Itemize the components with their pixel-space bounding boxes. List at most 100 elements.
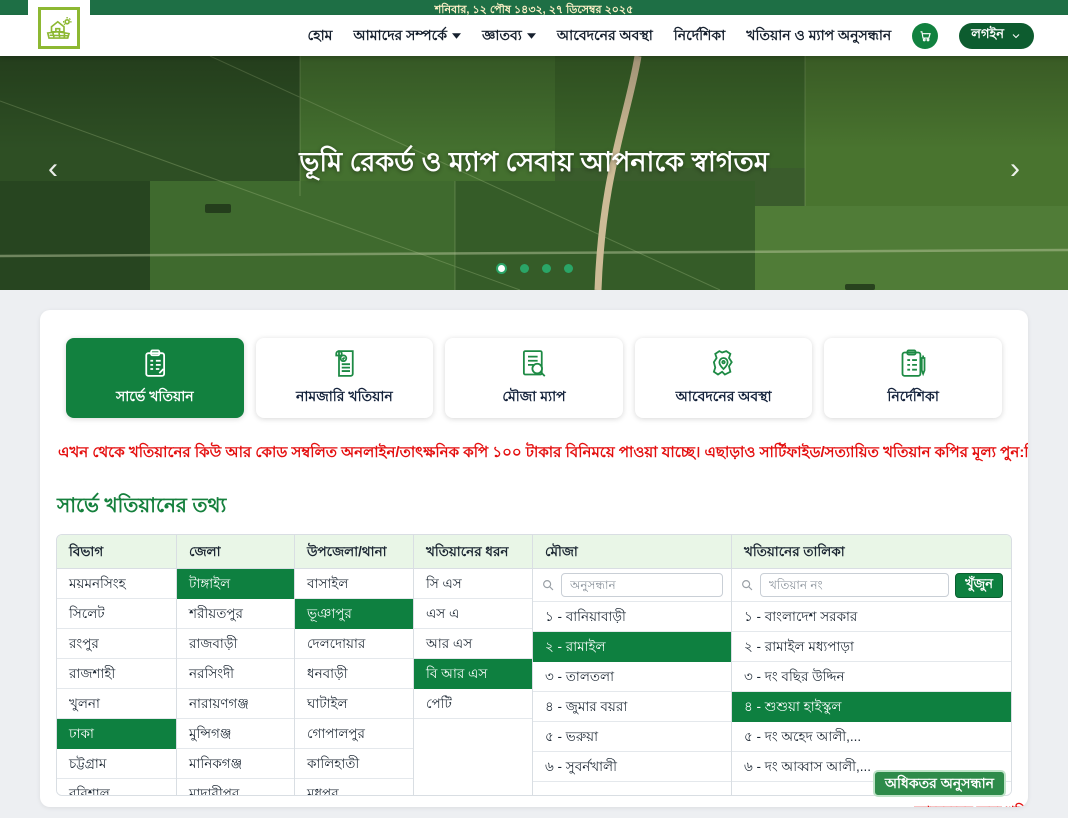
khatian-find-button[interactable]: খুঁজুন (955, 573, 1003, 598)
division-cell-2[interactable]: রংপুর (57, 629, 176, 659)
khatian-type-cell-0[interactable]: সি এস (414, 569, 532, 599)
khatian-cell-1[interactable]: ২ - রামাইল মধ্যপাড়া (732, 632, 1011, 662)
mouza-cell-4[interactable]: ৫ - ভরুয়া (533, 722, 731, 752)
mouza-search-input[interactable] (561, 573, 723, 597)
carousel-prev-arrow[interactable]: ‹ (48, 154, 58, 184)
tab-card-2[interactable]: মৌজা ম্যাপ (445, 338, 623, 418)
upazila-cell-3[interactable]: ধনবাড়ী (295, 659, 413, 689)
nav-item-2[interactable]: জ্ঞাতব্য (482, 24, 536, 48)
nav-item-label: নির্দেশিকা (674, 24, 726, 48)
nav-item-3[interactable]: আবেদনের অবস্থা (557, 24, 653, 48)
cart-button[interactable] (912, 23, 938, 49)
nav-item-4[interactable]: নির্দেশিকা (674, 24, 726, 48)
tab-card-1[interactable]: নামজারি খতিয়ান (256, 338, 434, 418)
khatian-cell-4[interactable]: ৫ - দং অহেদ আলী,... (732, 722, 1011, 752)
upazila-cell-6[interactable]: কালিহাতী (295, 749, 413, 779)
khatian-type-column: খতিয়ানের ধরনসি এসএস এআর এসবি আর এসপেটি (414, 535, 533, 795)
division-cell-6[interactable]: চট্টগ্রাম (57, 749, 176, 779)
mouza-cell-2[interactable]: ৩ - তালতলা (533, 662, 731, 692)
khatian-column-header: খতিয়ানের তালিকা (732, 535, 1011, 569)
login-button[interactable]: লগইন (959, 23, 1034, 49)
division-cell-1[interactable]: সিলেট (57, 599, 176, 629)
mouza-cell-6[interactable] (533, 782, 731, 795)
khatian-search-input[interactable] (760, 573, 949, 597)
district-cell-7[interactable]: মাদারীপুর (177, 779, 294, 795)
district-cell-5[interactable]: মুন্সিগঞ্জ (177, 719, 294, 749)
scroll-check-icon (328, 347, 361, 380)
district-cell-2[interactable]: রাজবাড়ী (177, 629, 294, 659)
main-nav: হোম আমাদের সম্পর্কে জ্ঞাতব্য আবেদনের অবস্থা… (308, 15, 1034, 56)
login-label: লগইন (971, 25, 1004, 46)
khatian-cell-2[interactable]: ৩ - দং বছির উদ্দিন (732, 662, 1011, 692)
carousel-dot-3[interactable] (542, 264, 551, 273)
division-cell-7[interactable]: বরিশাল (57, 779, 176, 795)
nav-item-label: হোম (308, 24, 333, 48)
carousel-dots (0, 264, 1068, 274)
khatian-type-column-header: খতিয়ানের ধরন (414, 535, 532, 569)
nav-item-5[interactable]: খতিয়ান ও ম্যাপ অনুসন্ধান (746, 24, 891, 48)
mouza-cell-0[interactable]: ১ - বানিয়াবাড়ী (533, 602, 731, 632)
tab-card-label: নির্দেশিকা (887, 385, 939, 409)
district-column: জেলাটাঙ্গাইলশরীয়তপুররাজবাড়ীনরসিংদীনারা… (177, 535, 295, 795)
division-cell-5[interactable]: ঢাকা (57, 719, 176, 749)
khatian-type-cell-2[interactable]: আর এস (414, 629, 532, 659)
more-search-button[interactable]: অধিকতর অনুসন্ধান (873, 770, 1006, 797)
footer-strip (0, 818, 1068, 832)
division-cell-3[interactable]: রাজশাহী (57, 659, 176, 689)
hero-welcome-title: ভূমি রেকর্ড ও ম্যাপ সেবায় আপনাকে স্বাগত… (0, 142, 1068, 187)
caret-down-icon (527, 33, 536, 39)
khatian-column: খতিয়ানের তালিকা খুঁজুন ১ - বাংলাদেশ সরকার… (732, 535, 1011, 795)
bottom-notice-marquee-wrap: আবেদনের জন্য খতিয়ান (40, 800, 1028, 807)
nav-item-label: আবেদনের অবস্থা (557, 24, 653, 48)
carousel-dot-2[interactable] (520, 264, 529, 273)
mouza-column-header: মৌজা (533, 535, 731, 569)
division-column: বিভাগময়মনসিংহসিলেটরংপুররাজশাহীখুলনাঢাকা… (57, 535, 177, 795)
district-cell-1[interactable]: শরীয়তপুর (177, 599, 294, 629)
tab-card-label: সার্ভে খতিয়ান (116, 385, 194, 409)
mouza-cell-1[interactable]: ২ - রামাইল (533, 632, 731, 662)
upazila-column-header: উপজেলা/থানা (295, 535, 413, 569)
logo-plate (28, 0, 90, 56)
khatian-search-row: খুঁজুন (732, 569, 1011, 602)
upazila-cell-5[interactable]: গোপালপুর (295, 719, 413, 749)
page-title: সার্ভে খতিয়ানের তথ্য (57, 491, 1028, 524)
survey-khatian-table-wrap: বিভাগময়মনসিংহসিলেটরংপুররাজশাহীখুলনাঢাকা… (56, 534, 1012, 796)
district-column-header: জেলা (177, 535, 294, 569)
district-cell-0[interactable]: টাঙ্গাইল (177, 569, 294, 599)
carousel-dot-1[interactable] (496, 263, 507, 274)
chevron-down-icon (1010, 30, 1022, 42)
district-cell-3[interactable]: নরসিংদী (177, 659, 294, 689)
search-icon (740, 578, 754, 592)
upazila-column: উপজেলা/থানাবাসাইলভূঞাপুরদেলদোয়ারধনবাড়ী… (295, 535, 414, 795)
nav-item-1[interactable]: আমাদের সম্পর্কে (353, 24, 461, 48)
upazila-cell-1[interactable]: ভূঞাপুর (295, 599, 413, 629)
tab-card-0[interactable]: সার্ভে খতিয়ান (66, 338, 244, 418)
mouza-search-row (533, 569, 731, 602)
division-cell-4[interactable]: খুলনা (57, 689, 176, 719)
nav-item-label: আমাদের সম্পর্কে (353, 24, 447, 48)
mouza-cell-3[interactable]: ৪ - জুমার বয়রা (533, 692, 731, 722)
district-cell-6[interactable]: মানিকগঞ্জ (177, 749, 294, 779)
upazila-cell-4[interactable]: ঘাটাইল (295, 689, 413, 719)
upazila-cell-7[interactable]: মধুপুর (295, 779, 413, 795)
main-content-card: সার্ভে খতিয়ান নামজারি খতিয়ানমৌজা ম্যাপ আ… (40, 310, 1028, 807)
upazila-cell-0[interactable]: বাসাইল (295, 569, 413, 599)
carousel-dot-4[interactable] (564, 264, 573, 273)
upazila-cell-2[interactable]: দেলদোয়ার (295, 629, 413, 659)
mouza-cell-5[interactable]: ৬ - সুবর্নখালী (533, 752, 731, 782)
caret-down-icon (452, 33, 461, 39)
khatian-type-cell-4[interactable]: পেটি (414, 689, 532, 719)
division-cell-0[interactable]: ময়মনসিংহ (57, 569, 176, 599)
khatian-cell-3[interactable]: ৪ - শুশুয়া হাইস্কুল (732, 692, 1011, 722)
khatian-cell-0[interactable]: ১ - বাংলাদেশ সরকার (732, 602, 1011, 632)
tab-card-4[interactable]: নির্দেশিকা (824, 338, 1002, 418)
district-cell-4[interactable]: নারায়ণগঞ্জ (177, 689, 294, 719)
tab-card-3[interactable]: আবেদনের অবস্থা (635, 338, 813, 418)
carousel-next-arrow[interactable]: › (1010, 154, 1020, 184)
tab-card-label: আবেদনের অবস্থা (676, 385, 772, 409)
khatian-type-cell-1[interactable]: এস এ (414, 599, 532, 629)
khatian-type-cell-3[interactable]: বি আর এস (414, 659, 532, 689)
nav-item-label: খতিয়ান ও ম্যাপ অনুসন্ধান (746, 24, 891, 48)
nav-item-0[interactable]: হোম (308, 24, 333, 48)
land-ministry-logo[interactable] (38, 7, 80, 49)
